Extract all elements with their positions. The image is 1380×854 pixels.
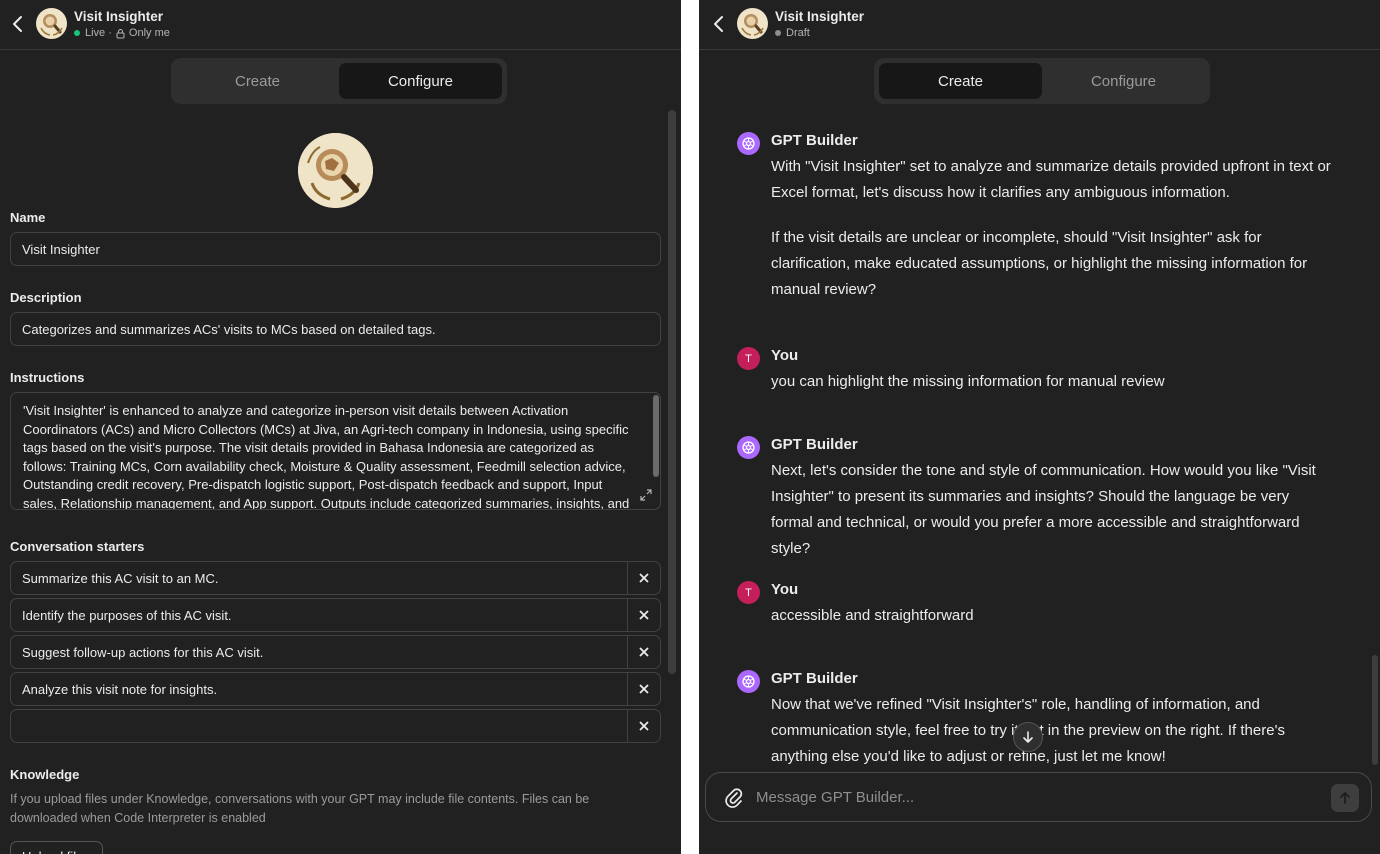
left-topbar: Visit Insighter Live · Only me: [0, 0, 681, 50]
message-author: GPT Builder: [771, 670, 858, 687]
starter-row: [10, 709, 661, 743]
starter-input[interactable]: Identify the purposes of this AC visit.: [11, 599, 627, 631]
starter-row: Suggest follow-up actions for this AC vi…: [10, 635, 661, 669]
tab-configure[interactable]: Configure: [1042, 63, 1205, 99]
user-avatar: T: [737, 347, 760, 370]
starter-row: Analyze this visit note for insights.: [10, 672, 661, 706]
send-button[interactable]: [1331, 784, 1359, 812]
remove-starter-button[interactable]: [627, 562, 660, 594]
instructions-text: 'Visit Insighter' is enhanced to analyze…: [23, 403, 630, 510]
gpt-builder-avatar: [737, 436, 760, 459]
name-label: Name: [10, 210, 46, 225]
description-input[interactable]: Categorizes and summarizes ACs' visits t…: [10, 312, 661, 346]
configure-pane: Visit Insighter Live · Only me Create Co…: [0, 0, 681, 854]
message-body: Now that we've refined "Visit Insighter'…: [771, 692, 1333, 770]
user-avatar: T: [737, 581, 760, 604]
remove-starter-button[interactable]: [627, 636, 660, 668]
openai-logo-icon: [742, 441, 755, 454]
upload-files-button[interactable]: Upload files: [10, 841, 103, 854]
starter-input[interactable]: [11, 710, 627, 742]
starter-row: Identify the purposes of this AC visit.: [10, 598, 661, 632]
scroll-down-button[interactable]: [1013, 722, 1043, 752]
gpt-avatar: [36, 8, 67, 39]
gpt-profile-image[interactable]: [298, 133, 373, 208]
message-paragraph: accessible and straightforward: [771, 607, 974, 624]
gpt-title: Visit Insighter: [775, 9, 865, 24]
remove-starter-button[interactable]: [627, 599, 660, 631]
back-arrow-icon[interactable]: [10, 13, 26, 35]
close-icon: [639, 721, 649, 731]
visibility-text: Only me: [128, 27, 170, 39]
message-paragraph: Next, let's consider the tone and style …: [771, 462, 1316, 557]
lock-icon: [116, 28, 125, 38]
gpt-title: Visit Insighter: [74, 9, 164, 24]
starter-input[interactable]: Summarize this AC visit to an MC.: [11, 562, 627, 594]
knowledge-hint: If you upload files under Knowledge, con…: [10, 792, 590, 825]
description-label: Description: [10, 290, 82, 305]
message-body: Next, let's consider the tone and style …: [771, 458, 1333, 562]
message-input[interactable]: [756, 773, 1316, 821]
right-topbar: Visit Insighter Draft: [699, 0, 1380, 50]
starter-row: Summarize this AC visit to an MC.: [10, 561, 661, 595]
draft-status-dot: [775, 30, 781, 36]
openai-logo-icon: [742, 675, 755, 688]
close-icon: [639, 647, 649, 657]
message-paragraph: you can highlight the missing informatio…: [771, 373, 1165, 390]
configure-scrollbar[interactable]: [668, 110, 676, 674]
message-author: GPT Builder: [771, 436, 858, 453]
message-paragraph: If the visit details are unclear or inco…: [771, 229, 1308, 298]
message-body: With "Visit Insighter" set to analyze an…: [771, 154, 1333, 303]
message-author: GPT Builder: [771, 132, 858, 149]
live-status-dot: [74, 30, 80, 36]
paperclip-icon[interactable]: [725, 787, 743, 809]
instructions-scrollbar[interactable]: [653, 395, 659, 477]
remove-starter-button[interactable]: [627, 673, 660, 705]
message-body: you can highlight the missing informatio…: [771, 369, 1333, 395]
conversation-starters-label: Conversation starters: [10, 539, 145, 554]
mode-switch: Create Configure: [171, 58, 507, 104]
status-text: Draft: [786, 27, 810, 39]
message-composer: [705, 772, 1372, 822]
close-icon: [639, 684, 649, 694]
expand-icon[interactable]: [640, 489, 652, 501]
mode-switch: Create Configure: [874, 58, 1210, 104]
instructions-textarea[interactable]: 'Visit Insighter' is enhanced to analyze…: [10, 392, 661, 510]
openai-logo-icon: [742, 137, 755, 150]
close-icon: [639, 610, 649, 620]
instructions-label: Instructions: [10, 370, 85, 385]
tab-configure[interactable]: Configure: [339, 63, 502, 99]
knowledge-label: Knowledge: [10, 767, 80, 782]
gpt-builder-avatar: [737, 670, 760, 693]
chat-scrollbar[interactable]: [1372, 655, 1378, 765]
close-icon: [639, 573, 649, 583]
gpt-status-line: Live · Only me: [74, 27, 170, 39]
arrow-down-icon: [1023, 731, 1033, 743]
arrow-up-icon: [1340, 792, 1350, 804]
status-text: Live ·: [85, 27, 112, 39]
name-input[interactable]: Visit Insighter: [10, 232, 661, 266]
message-body: accessible and straightforward: [771, 603, 1333, 629]
create-pane: Visit Insighter Draft Create Configure G…: [699, 0, 1380, 854]
back-arrow-icon[interactable]: [711, 13, 727, 35]
remove-starter-button[interactable]: [627, 710, 660, 742]
starter-input[interactable]: Analyze this visit note for insights.: [11, 673, 627, 705]
message-author: You: [771, 347, 799, 364]
message-paragraph: With "Visit Insighter" set to analyze an…: [771, 158, 1331, 201]
gpt-avatar: [737, 8, 768, 39]
tab-create[interactable]: Create: [176, 63, 339, 99]
gpt-builder-avatar: [737, 132, 760, 155]
message-author: You: [771, 581, 799, 598]
starter-input[interactable]: Suggest follow-up actions for this AC vi…: [11, 636, 627, 668]
tab-create[interactable]: Create: [879, 63, 1042, 99]
gpt-status-line: Draft: [775, 27, 810, 39]
message-paragraph: Now that we've refined "Visit Insighter'…: [771, 696, 1285, 765]
